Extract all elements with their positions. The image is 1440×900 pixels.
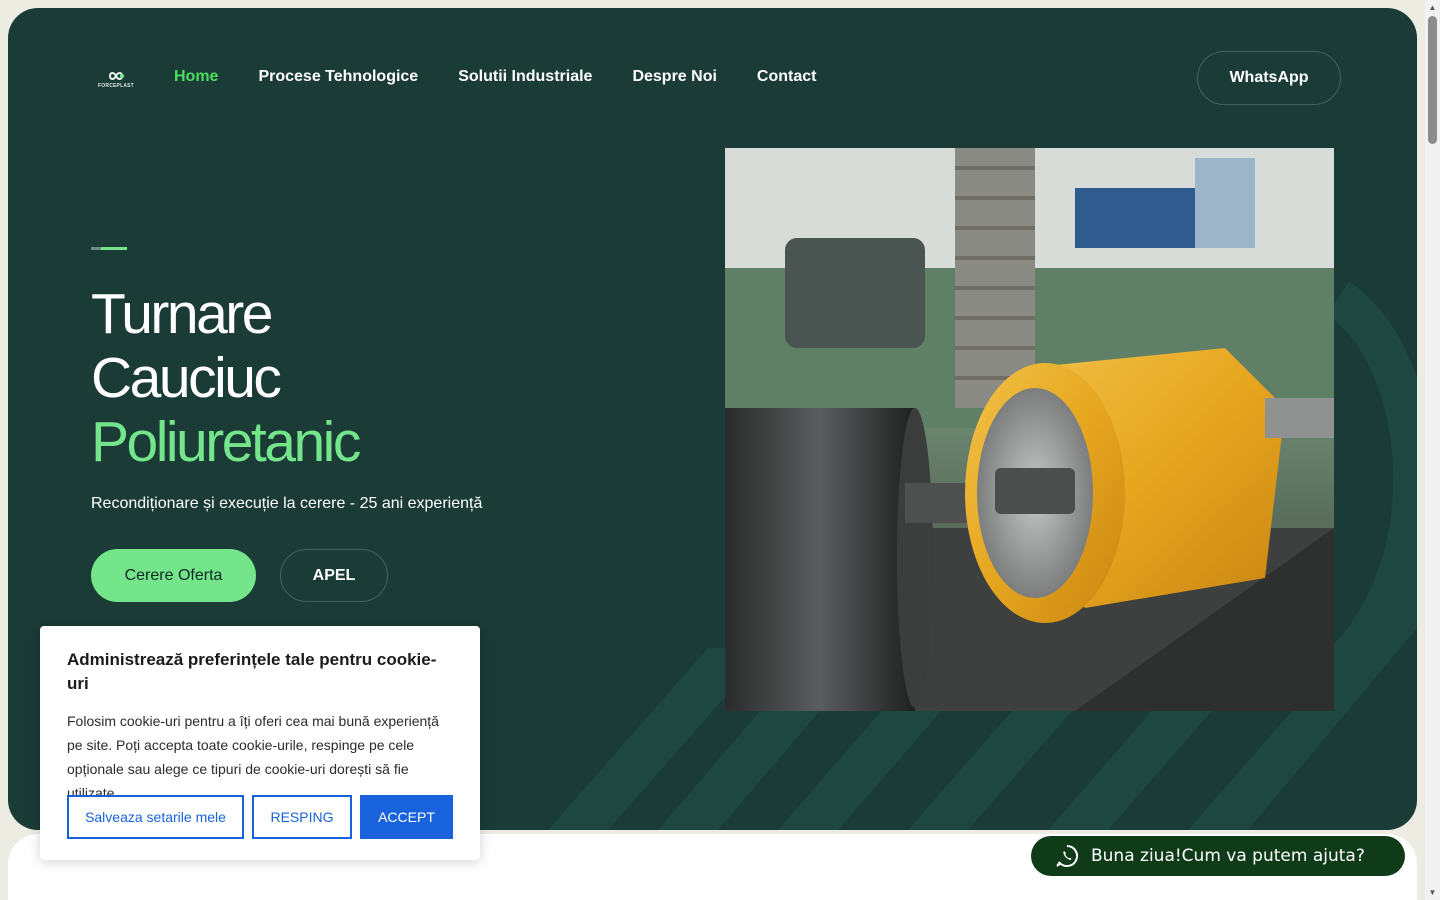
cookie-text: Folosim cookie-uri pentru a îți oferi ce… [67, 713, 439, 801]
logo-text: FORCEPLAST [98, 82, 134, 89]
cookie-banner: Administrează preferințele tale pentru c… [40, 626, 480, 860]
scroll-down-arrow-icon[interactable]: ▼ [1425, 885, 1440, 900]
accent-line [91, 247, 127, 251]
nav-item-contact[interactable]: Contact [757, 66, 817, 88]
accept-button[interactable]: ACCEPT [360, 795, 453, 839]
whatsapp-chat-button[interactable]: Buna ziua!Cum va putem ajuta? [1031, 836, 1405, 876]
nav-item-home[interactable]: Home [174, 66, 218, 88]
call-button[interactable]: APEL [280, 549, 388, 602]
cookie-title: Administrează preferințele tale pentru c… [67, 650, 437, 693]
nav-item-procese-tehnologice[interactable]: Procese Tehnologice [258, 66, 418, 88]
hero-title-line1: Turnare [91, 282, 273, 346]
whatsapp-button[interactable]: WhatsApp [1197, 51, 1341, 105]
polyurethane-roller-photo-icon [725, 148, 1334, 711]
hero-title: Turnare Cauciuc Poliuretanic [91, 282, 361, 474]
hero-photo [725, 148, 1334, 711]
hero-subtitle: Recondiționare și execuție la cerere - 2… [91, 495, 483, 512]
infinity-logo-icon [108, 71, 125, 80]
request-offer-button[interactable]: Cerere Oferta [91, 549, 256, 602]
scroll-thumb[interactable] [1428, 16, 1437, 144]
whatsapp-icon [1056, 845, 1078, 867]
hero-title-highlight: Poliuretanic [91, 410, 361, 474]
save-settings-button[interactable]: Salveaza setarile mele [67, 795, 244, 839]
cookie-actions: Salveaza setarile mele RESPING ACCEPT [67, 795, 453, 839]
scroll-up-arrow-icon[interactable]: ▲ [1425, 0, 1440, 15]
hero-title-line2: Cauciuc [91, 346, 282, 410]
main-navigation: Home Procese Tehnologice Solutii Industr… [174, 66, 816, 88]
chat-label: Buna ziua!Cum va putem ajuta? [1091, 846, 1365, 866]
nav-item-solutii-industriale[interactable]: Solutii Industriale [458, 66, 592, 88]
page-scrollbar[interactable]: ▲ ▼ [1425, 0, 1440, 900]
nav-item-despre-noi[interactable]: Despre Noi [632, 66, 716, 88]
reject-button[interactable]: RESPING [252, 795, 352, 839]
forceplast-logo[interactable]: FORCEPLAST [94, 64, 138, 94]
